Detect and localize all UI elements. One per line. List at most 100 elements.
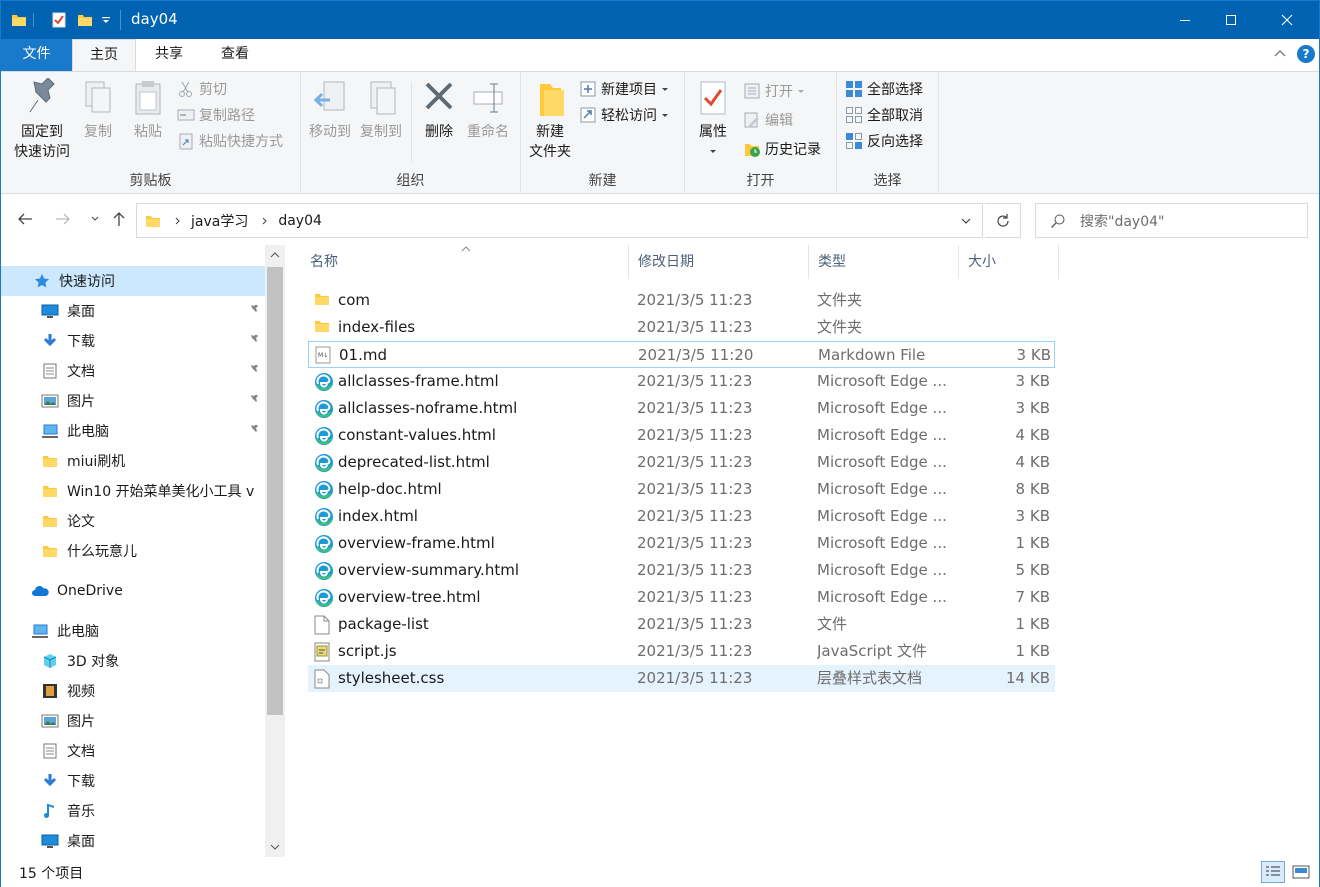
details-view-button[interactable] [1261, 861, 1285, 883]
close-button[interactable] [1264, 1, 1310, 39]
delete-button[interactable]: 删除 [419, 78, 459, 142]
open-button[interactable]: 打开 [743, 80, 806, 102]
file-row[interactable]: M↓ 01.md 2021/3/5 11:20 Markdown File 3 KB [308, 341, 1055, 368]
easy-access-button[interactable]: 轻松访问 [579, 104, 670, 126]
file-name: index.html [338, 507, 418, 525]
file-row[interactable]: index-files 2021/3/5 11:23 文件夹 [308, 314, 1055, 341]
nav-quick-item[interactable]: Win10 开始菜单美化小工具 v [1, 476, 265, 506]
nav-quick-item[interactable]: 什么玩意儿 [1, 536, 265, 566]
scrollbar-thumb[interactable] [267, 267, 283, 715]
nav-quick-item[interactable]: 桌面 [1, 296, 265, 326]
cut-button[interactable]: 剪切 [177, 78, 227, 100]
recent-locations-button[interactable] [85, 209, 105, 229]
invert-selection-button[interactable]: 反向选择 [845, 130, 923, 152]
folder-icon[interactable] [11, 11, 27, 29]
file-row[interactable]: stylesheet.css 2021/3/5 11:23 层叠样式表文档 14 KB [308, 665, 1055, 692]
nav-quick-item[interactable]: 此电脑 [1, 416, 265, 446]
properties-button[interactable]: 属性 [693, 78, 733, 162]
copy-to-button[interactable]: 复制到 [357, 78, 405, 142]
tab-view[interactable]: 查看 [207, 39, 263, 71]
file-row[interactable]: allclasses-noframe.html 2021/3/5 11:23 Mic… [308, 395, 1055, 422]
file-row[interactable]: constant-values.html 2021/3/5 11:23 Micros… [308, 422, 1055, 449]
file-type: Markdown File [818, 346, 926, 364]
nav-pc-item[interactable]: 桌面 [1, 826, 265, 856]
select-none-button[interactable]: 全部取消 [845, 104, 923, 126]
nav-quick-item-label: miui刷机 [67, 454, 126, 470]
chevron-down-icon[interactable] [960, 215, 972, 227]
help-button[interactable]: ? [1297, 45, 1315, 63]
pin-icon [247, 364, 259, 377]
breadcrumb-day04[interactable]: day04 [278, 213, 322, 229]
nav-pc-item[interactable]: 文档 [1, 736, 265, 766]
picture-icon [41, 392, 59, 410]
computer-icon [41, 422, 59, 440]
open-group: 属性 打开 编辑 历史记录 打开 [685, 72, 837, 194]
file-row[interactable]: overview-tree.html 2021/3/5 11:23 Microsof… [308, 584, 1055, 611]
file-row[interactable]: allclasses-frame.html 2021/3/5 11:23 Micro… [308, 368, 1055, 395]
refresh-button[interactable] [985, 203, 1021, 238]
copy-button[interactable]: 复制 [79, 78, 117, 142]
chevron-up-icon[interactable] [265, 245, 285, 265]
paste-button[interactable]: 粘贴 [127, 78, 169, 142]
search-box[interactable]: 搜索"day04" [1035, 203, 1308, 238]
new-folder-icon [540, 84, 564, 116]
column-header-type[interactable]: 类型 [809, 245, 959, 279]
address-bar[interactable]: java学习 day04 [136, 203, 983, 238]
column-header-date[interactable]: 修改日期 [629, 245, 809, 279]
copy-path-icon [177, 109, 195, 121]
file-row[interactable]: overview-frame.html 2021/3/5 11:23 Microso… [308, 530, 1055, 557]
nav-quick-item[interactable]: 文档 [1, 356, 265, 386]
minimize-button[interactable] [1162, 1, 1208, 39]
select-all-button[interactable]: 全部选择 [845, 78, 923, 100]
tab-home[interactable]: 主页 [72, 39, 136, 72]
document-icon [41, 742, 59, 760]
maximize-button[interactable] [1208, 1, 1254, 39]
column-header-size[interactable]: 大小 [959, 245, 1059, 279]
chevron-down-icon[interactable] [265, 837, 285, 857]
breadcrumb-java[interactable]: java学习 [191, 211, 248, 231]
nav-pc-item[interactable]: 3D 对象 [1, 646, 265, 676]
properties-label: 属性 [699, 124, 727, 140]
forward-button[interactable] [53, 209, 73, 229]
file-name: deprecated-list.html [338, 453, 490, 471]
new-folder-button[interactable]: 新建 文件夹 [527, 78, 573, 162]
back-button[interactable] [15, 209, 35, 229]
file-row[interactable]: index.html 2021/3/5 11:23 Microsoft Edge .… [308, 503, 1055, 530]
nav-quick-item[interactable]: 图片 [1, 386, 265, 416]
rename-button[interactable]: 重命名 [463, 78, 513, 142]
pin-to-quick-access-button[interactable]: 固定到 快速访问 [9, 78, 75, 162]
nav-quick-access[interactable]: 快速访问 [1, 266, 265, 296]
file-row[interactable]: script.js 2021/3/5 11:23 JavaScript 文件 1 KB [308, 638, 1055, 665]
tab-share[interactable]: 共享 [141, 39, 197, 71]
new-folder-icon[interactable] [77, 11, 93, 29]
properties-icon[interactable] [51, 11, 67, 29]
nav-pc-item[interactable]: 音乐 [1, 796, 265, 826]
nav-quick-item[interactable]: miui刷机 [1, 446, 265, 476]
large-icons-view-button[interactable] [1289, 861, 1313, 883]
nav-scrollbar[interactable] [265, 245, 285, 857]
tab-file[interactable]: 文件 [1, 39, 72, 71]
nav-quick-item[interactable]: 论文 [1, 506, 265, 536]
file-row[interactable]: help-doc.html 2021/3/5 11:23 Microsoft Edg… [308, 476, 1055, 503]
column-header-name[interactable]: 名称 [301, 245, 629, 279]
nav-quick-item[interactable]: 下载 [1, 326, 265, 356]
nav-this-pc[interactable]: 此电脑 [1, 616, 265, 646]
file-row[interactable]: overview-summary.html 2021/3/5 11:23 Micro… [308, 557, 1055, 584]
nav-onedrive[interactable]: OneDrive [1, 576, 265, 606]
customize-icon[interactable] [101, 11, 111, 29]
file-date: 2021/3/5 11:20 [638, 346, 754, 364]
up-button[interactable] [109, 209, 129, 229]
edit-button[interactable]: 编辑 [743, 109, 793, 131]
paste-shortcut-button[interactable]: 粘贴快捷方式 [177, 130, 283, 152]
file-row[interactable]: deprecated-list.html 2021/3/5 11:23 Micros… [308, 449, 1055, 476]
file-row[interactable]: package-list 2021/3/5 11:23 文件 1 KB [308, 611, 1055, 638]
nav-pc-item[interactable]: 视频 [1, 676, 265, 706]
copy-path-button[interactable]: 复制路径 [177, 104, 255, 126]
move-to-button[interactable]: 移动到 [307, 78, 353, 142]
history-button[interactable]: 历史记录 [743, 138, 821, 160]
nav-pc-item[interactable]: 图片 [1, 706, 265, 736]
new-item-button[interactable]: 新建项目 [579, 78, 670, 100]
file-row[interactable]: com 2021/3/5 11:23 文件夹 [308, 287, 1055, 314]
nav-pc-item[interactable]: 下载 [1, 766, 265, 796]
collapse-ribbon-button[interactable] [1273, 47, 1287, 65]
